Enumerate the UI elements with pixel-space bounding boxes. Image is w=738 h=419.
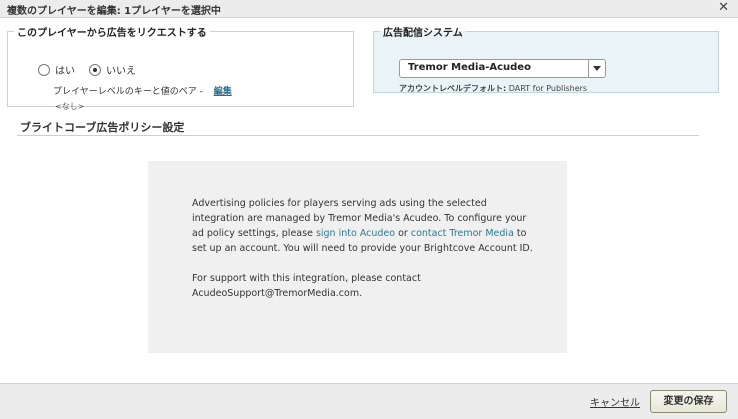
request-ads-group: このプレイヤーから広告をリクエストする はい いいえ プレイヤーレベルのキーと値… (7, 24, 354, 111)
dialog-title: 複数のプレイヤーを編集: 1プレイヤーを選択中 (7, 6, 221, 17)
radio-yes[interactable] (38, 63, 50, 76)
dialog-footer: キャンセル 変更の保存 (0, 383, 738, 419)
section-divider (17, 135, 699, 136)
dropdown-button[interactable] (588, 60, 605, 77)
radio-yes-label[interactable]: はい (55, 62, 75, 77)
policy-info-text: Advertising policies for players serving… (192, 196, 537, 316)
sign-in-link[interactable]: sign into Acudeo (316, 228, 395, 239)
policy-paragraph-1: Advertising policies for players serving… (192, 196, 537, 256)
account-default-value: DART for Publishers (508, 84, 588, 93)
contact-link[interactable]: contact Tremor Media (411, 228, 514, 239)
close-icon[interactable]: ✕ (718, 0, 729, 16)
edit-link[interactable]: 編集 (214, 87, 232, 97)
policy-paragraph-2: For support with this integration, pleas… (192, 273, 421, 299)
policy-info-panel: Advertising policies for players serving… (148, 161, 567, 353)
policy-text-or: or (395, 228, 411, 239)
radio-no[interactable] (89, 63, 101, 76)
kv-pairs-value: <なし> (55, 102, 85, 111)
policy-section-title: ブライトコーブ広告ポリシー設定 (20, 121, 185, 134)
ad-system-legend: 広告配信システム (383, 28, 463, 39)
account-default-label: アカウントレベルデフォルト: (399, 84, 507, 93)
ad-system-select[interactable]: Tremor Media-Acudeo (399, 59, 606, 78)
request-ads-legend: このプレイヤーから広告をリクエストする (17, 28, 207, 39)
account-default: アカウントレベルデフォルト: DART for Publishers (399, 83, 587, 94)
radio-no-label[interactable]: いいえ (106, 62, 136, 77)
ad-system-group: 広告配信システム Tremor Media-Acudeo アカウントレベルデフォ… (373, 24, 719, 93)
cancel-button[interactable]: キャンセル (590, 394, 640, 409)
request-ads-radio-row: はい いいえ (38, 62, 150, 77)
save-button[interactable]: 変更の保存 (650, 390, 727, 413)
kv-pairs-row: プレイヤーレベルのキーと値のペア - 編集 (53, 84, 232, 97)
dialog-titlebar: 複数のプレイヤーを編集: 1プレイヤーを選択中 ✕ (0, 0, 738, 18)
chevron-down-icon (593, 66, 601, 71)
kv-pairs-label: プレイヤーレベルのキーと値のペア - (53, 87, 203, 97)
ad-system-selected: Tremor Media-Acudeo (408, 62, 531, 73)
